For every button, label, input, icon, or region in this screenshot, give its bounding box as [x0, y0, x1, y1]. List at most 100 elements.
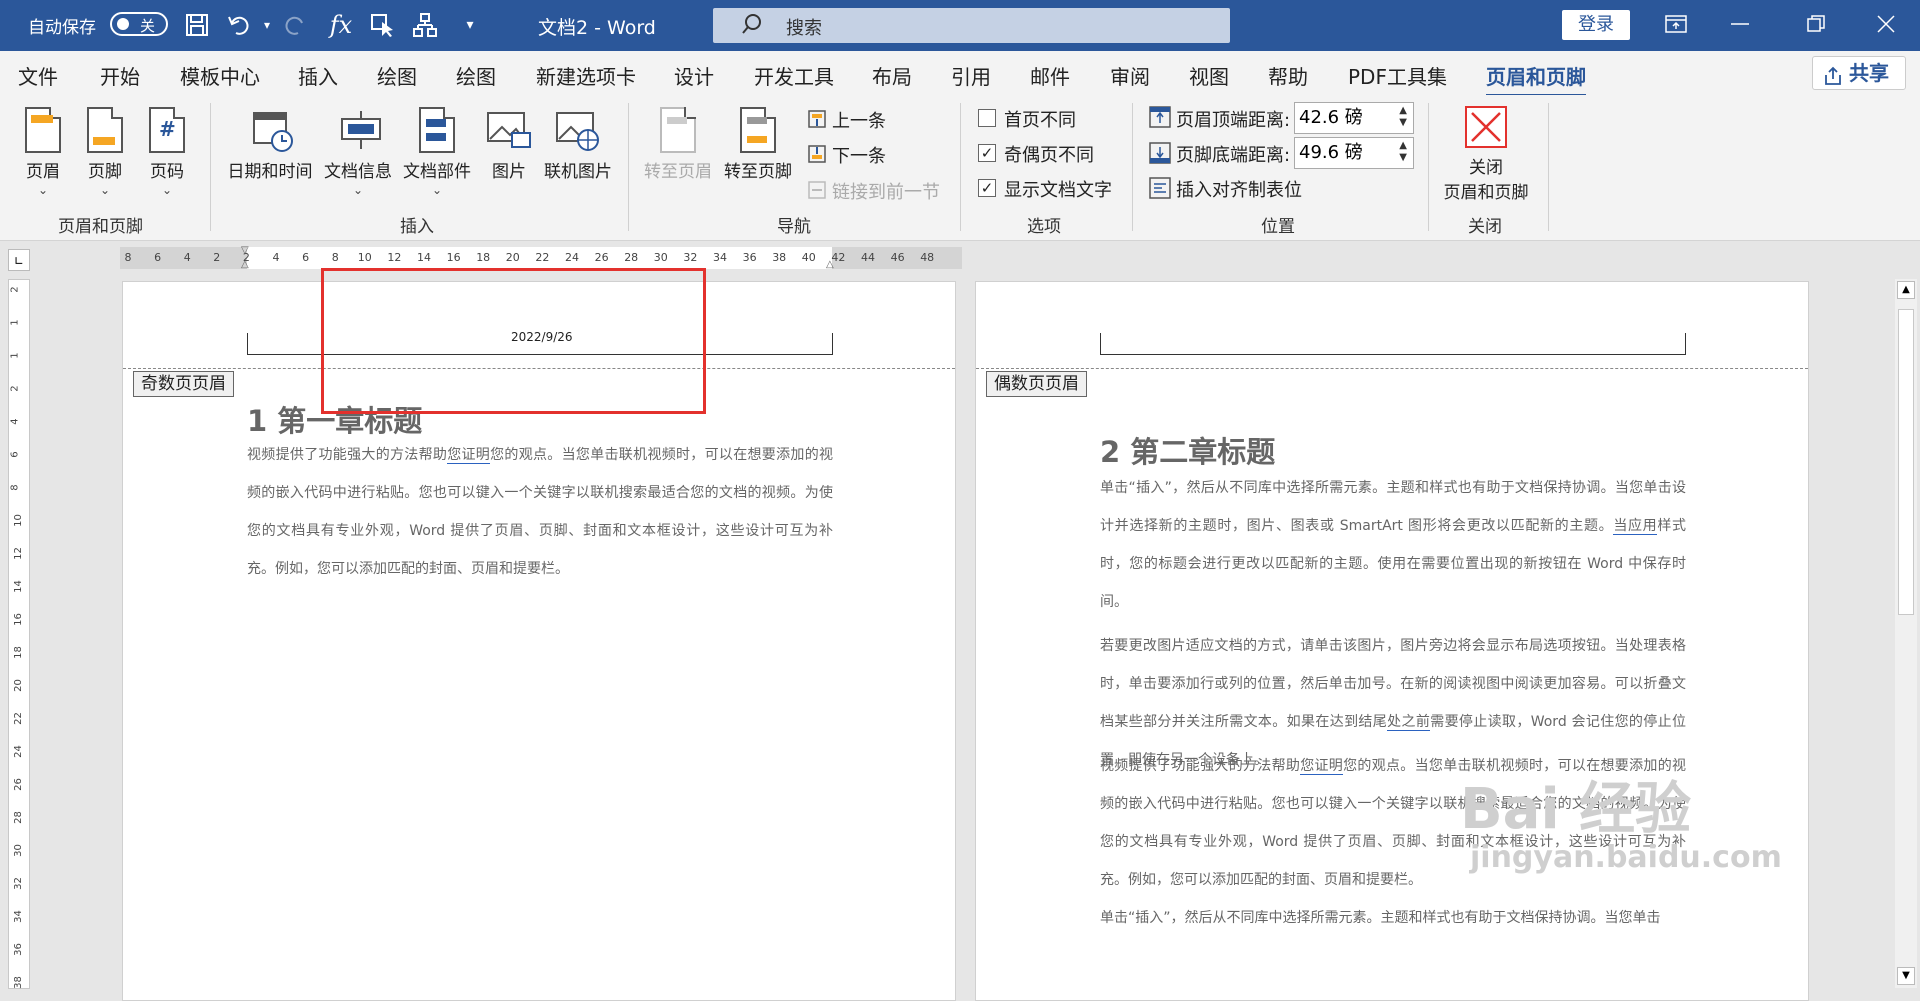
tab-developer[interactable]: 开发工具	[754, 61, 834, 90]
ruler-tick: 36	[742, 251, 757, 264]
tab-file[interactable]: 文件	[18, 61, 58, 90]
left-indent-marker[interactable]: △	[241, 259, 249, 270]
link-previous-icon	[806, 179, 828, 205]
header-button[interactable]: 页眉 ⌄	[22, 107, 64, 197]
chapter-2-heading[interactable]: 2 第二章标题	[1100, 429, 1275, 471]
select-objects-icon[interactable]	[368, 10, 398, 40]
ruler-tick: 12	[387, 251, 402, 264]
ruler-tick: 10	[357, 251, 372, 264]
ruler-tick: 4	[183, 251, 191, 264]
ruler-tick: 4	[272, 251, 280, 264]
minimize-icon[interactable]	[1720, 6, 1760, 42]
ruler-tick: 34	[713, 251, 727, 264]
page2-paragraph-1[interactable]: 单击“插入”，然后从不同库中选择所需元素。主题和样式也有助于文档保持协调。当您单…	[1100, 469, 1686, 621]
ruler-tick: 4	[9, 418, 21, 425]
close-label-2: 页眉和页脚	[1443, 183, 1529, 203]
page1-paragraph[interactable]: 视频提供了功能强大的方法帮助您证明您的观点。当您单击联机视频时，可以在想要添加的…	[247, 436, 833, 588]
doc-parts-icon	[419, 107, 455, 153]
tab-mailings[interactable]: 邮件	[1030, 61, 1070, 90]
horizontal-ruler[interactable]: 8 6 4 2 2 4 6 8 10 12 14 16 18 20 22 24 26 28 30 32 34 36 38 40…	[120, 245, 962, 270]
doc-parts-button[interactable]: 文档部件 ⌄	[400, 107, 474, 197]
tab-pdf-tools[interactable]: PDF工具集	[1348, 61, 1447, 90]
doc-info-icon	[340, 107, 381, 153]
tab-help[interactable]: 帮助	[1268, 61, 1308, 90]
picture-button[interactable]: 图片	[484, 107, 534, 182]
undo-icon[interactable]	[225, 10, 255, 40]
scroll-down-icon[interactable]: ▼	[1897, 967, 1915, 985]
tab-selector[interactable]: ∟	[8, 249, 30, 271]
search-box[interactable]: 搜索	[713, 8, 1230, 43]
share-button[interactable]: 共享	[1812, 56, 1906, 90]
formula-icon[interactable]: fx	[326, 10, 356, 40]
restore-icon[interactable]	[1796, 6, 1836, 42]
tab-template-center[interactable]: 模板中心	[180, 61, 260, 90]
header-top-value: 42.6 磅	[1299, 107, 1363, 128]
group-navigation: 导航	[777, 217, 811, 237]
ruler-tick: 34	[12, 910, 24, 923]
first-line-indent-marker[interactable]: ▽	[241, 245, 249, 256]
tab-references[interactable]: 引用	[951, 61, 991, 90]
show-document-text-checkbox[interactable]: ✓	[978, 179, 996, 197]
spell-underlined-text: 您证明	[447, 447, 491, 464]
tab-design[interactable]: 设计	[674, 61, 714, 90]
date-time-button[interactable]: 日期和时间	[224, 107, 316, 182]
tab-draw-2[interactable]: 绘图	[456, 61, 496, 90]
group-close: 关闭	[1468, 217, 1502, 237]
tab-review[interactable]: 审阅	[1110, 61, 1150, 90]
document-workspace: ∟ 8 6 4 2 2 4 6 8 10 12 14 16 18 20 22 24 26 28 30 32 34 36 38…	[0, 241, 1920, 1001]
tab-new-tab[interactable]: 新建选项卡	[536, 61, 636, 90]
login-button[interactable]: 登录	[1562, 10, 1630, 40]
goto-header-button[interactable]: 转至页眉	[642, 107, 714, 182]
search-icon	[741, 13, 763, 40]
ruler-tick: 48	[920, 251, 935, 264]
ruler-tick: 20	[12, 679, 24, 692]
tab-header-footer[interactable]: 页眉和页脚	[1486, 61, 1586, 97]
hierarchy-icon[interactable]	[410, 10, 440, 40]
scroll-thumb[interactable]	[1898, 309, 1914, 615]
footer-button[interactable]: 页脚 ⌄	[84, 107, 126, 197]
footer-icon	[87, 107, 123, 153]
previous-button[interactable]: 上一条	[832, 107, 886, 133]
link-to-previous-button[interactable]: 链接到前一节	[832, 178, 940, 204]
tab-view[interactable]: 视图	[1189, 61, 1229, 90]
tab-draw[interactable]: 绘图	[377, 61, 417, 90]
different-odd-even-checkbox[interactable]: ✓	[978, 144, 996, 162]
next-button[interactable]: 下一条	[832, 142, 886, 168]
tab-insert[interactable]: 插入	[298, 61, 338, 90]
footer-bottom-spinner[interactable]: 49.6 磅 ▲ ▼	[1294, 137, 1414, 169]
customize-qat-icon[interactable]: ▾	[455, 10, 485, 40]
ruler-tick: 10	[12, 514, 24, 527]
close-window-icon[interactable]	[1866, 6, 1906, 42]
ruler-tick: 16	[446, 251, 461, 264]
autosave-toggle[interactable]: 关	[110, 12, 168, 36]
online-picture-button[interactable]: 联机图片	[540, 107, 616, 182]
ribbon-panel: 页眉 ⌄ 页脚 ⌄ # 页码 ⌄ 页眉和页脚 日期和时间 文档信息 ⌄ 文档部件 ⌄ 图片	[0, 95, 1920, 338]
doc-info-button[interactable]: 文档信息 ⌄	[322, 107, 394, 197]
vertical-scrollbar[interactable]: ▲ ▼	[1895, 279, 1917, 988]
group-header-footer: 页眉和页脚	[58, 217, 143, 237]
goto-footer-button[interactable]: 转至页脚	[722, 107, 794, 182]
page2-paragraph-4[interactable]: 单击“插入”，然后从不同库中选择所需元素。主题和样式也有助于文档保持协调。当您单…	[1100, 899, 1686, 937]
scroll-up-icon[interactable]: ▲	[1897, 281, 1915, 299]
page-number-button[interactable]: # 页码 ⌄	[146, 107, 188, 197]
header-top-spinner[interactable]: 42.6 磅 ▲ ▼	[1294, 102, 1414, 134]
goto-footer-label: 转至页脚	[724, 162, 792, 182]
save-icon[interactable]	[182, 10, 212, 40]
goto-header-icon	[660, 107, 696, 153]
picture-label: 图片	[492, 162, 526, 182]
ruler-tick: 18	[476, 251, 491, 264]
watermark: Bai 经验 jingyan.baidu.com	[1460, 780, 1782, 876]
insert-align-tab-button[interactable]: 插入对齐制表位	[1176, 176, 1302, 202]
page-even[interactable]: 偶数页页眉 2 第二章标题 单击“插入”，然后从不同库中选择所需元素。主题和样式…	[975, 281, 1809, 1001]
ruler-tick: 28	[624, 251, 639, 264]
ruler-tick: 6	[302, 251, 310, 264]
ribbon-display-options-icon[interactable]	[1656, 6, 1696, 42]
close-header-footer-button[interactable]: 关闭 页眉和页脚	[1436, 105, 1536, 203]
tab-home[interactable]: 开始	[100, 61, 140, 90]
different-first-page-checkbox[interactable]	[978, 109, 996, 127]
undo-dropdown-icon[interactable]: ▾	[252, 10, 282, 40]
ruler-tick: 36	[12, 943, 24, 956]
vertical-ruler[interactable]: 2 1 1 2 4 6 8 10 12 14 16 18 20 22 24 26 28 30 32 34 36 38	[8, 279, 30, 989]
tab-layout[interactable]: 布局	[872, 61, 912, 90]
right-indent-marker[interactable]: △	[826, 259, 834, 270]
